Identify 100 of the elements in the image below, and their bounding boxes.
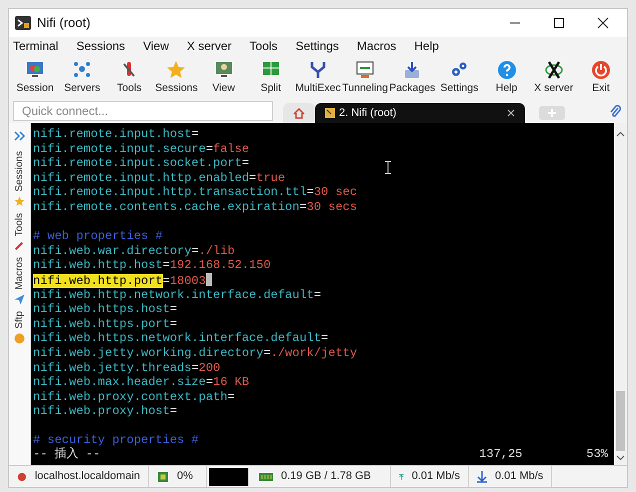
toolbar-button[interactable]: X server: [532, 60, 576, 97]
menu-item[interactable]: Macros: [356, 37, 396, 55]
equals-sign: =: [170, 404, 178, 418]
quick-connect-field[interactable]: Quick connect...: [13, 101, 273, 121]
menu-item[interactable]: Sessions: [76, 37, 126, 55]
memory-icon: [259, 472, 273, 482]
property-key: nifi.web.https.host: [33, 302, 170, 316]
toolbar-button[interactable]: Help: [484, 60, 529, 97]
host-name: localhost.localdomain: [34, 469, 140, 484]
toolbar-button[interactable]: Split: [248, 60, 293, 97]
monitor-icon: [355, 60, 376, 80]
menu-item[interactable]: X server: [186, 37, 232, 55]
app-logo-icon: [15, 16, 31, 30]
toolbar-button[interactable]: Packages: [390, 60, 434, 97]
property-key: nifi.web.max.header.size: [33, 375, 206, 390]
equals-sign: =: [191, 244, 199, 258]
sidebar-tab[interactable]: Sessions: [12, 151, 27, 207]
scroll-down-icon[interactable]: [616, 455, 625, 461]
equals-sign: =: [242, 156, 250, 170]
property-key: nifi.web.jetty.threads: [33, 360, 192, 374]
toolbar-button[interactable]: Settings: [437, 60, 482, 97]
property-key: nifi.web.proxy.context.path: [33, 390, 228, 404]
menu-item[interactable]: Tools: [250, 37, 278, 55]
close-icon[interactable]: [597, 17, 609, 29]
memory-usage: 0.19 GB / 1.78 GB: [281, 469, 371, 484]
help-icon: [496, 60, 517, 80]
download-icon: [477, 470, 487, 482]
equals-sign: =: [162, 258, 170, 272]
property-value: false: [213, 142, 250, 156]
toolbar-button[interactable]: Servers: [60, 60, 104, 97]
property-key: nifi.remote.input.http.enabled: [33, 170, 250, 185]
send-icon: [14, 294, 25, 305]
equals-sign: =: [299, 200, 307, 214]
property-key: nifi.web.https.port: [33, 316, 170, 331]
property-key: nifi.web.war.directory: [33, 244, 192, 258]
x-icon: [544, 60, 564, 80]
cpu-usage: 0%: [177, 469, 193, 484]
close-tab-icon[interactable]: [507, 109, 515, 117]
cursor-position: 137,25: [479, 447, 522, 462]
toolbar-button[interactable]: MultiExec: [296, 60, 340, 97]
sidebar-tab[interactable]: Sftp: [12, 310, 27, 344]
property-key: nifi.web.http.host: [33, 258, 163, 272]
scroll-up-icon[interactable]: [616, 131, 625, 137]
menu-item[interactable]: Terminal: [13, 37, 58, 55]
chip-icon: [157, 470, 169, 482]
home-tab[interactable]: [283, 103, 315, 123]
property-key: nifi.web.http.network.interface.default: [33, 288, 314, 302]
tools-icon: [14, 240, 25, 251]
scroll-thumb[interactable]: [616, 391, 625, 451]
property-key: nifi.remote.input.http.transaction.ttl: [33, 185, 307, 200]
property-value: 30 sec: [314, 185, 358, 200]
property-value: 192.168.52.150: [170, 258, 271, 272]
property-key: nifi.remote.input.host: [33, 127, 192, 141]
toolbar-button[interactable]: Sessions: [154, 60, 198, 97]
plus-icon: [548, 109, 556, 117]
paperclip-icon[interactable]: [609, 104, 621, 118]
cpu-graph: [209, 468, 249, 486]
property-key: nifi.remote.input.socket.port: [33, 156, 242, 170]
equals-sign: =: [191, 127, 199, 141]
property-value: ./work/jetty: [270, 346, 358, 360]
toolbar-button[interactable]: Tunneling: [343, 60, 388, 97]
equals-sign: =: [249, 170, 256, 185]
equals-sign: =: [206, 142, 214, 156]
equals-sign: =: [321, 331, 328, 346]
property-key: nifi.web.proxy.host: [33, 404, 170, 418]
property-key: nifi.remote.contents.cache.expiration: [33, 200, 300, 214]
session-tab[interactable]: 2. Nifi (root): [315, 103, 525, 123]
expand-icon[interactable]: [14, 131, 26, 141]
star-icon: [14, 196, 25, 207]
toolbar-button[interactable]: Tools: [107, 60, 152, 97]
property-value: 18003: [170, 274, 206, 288]
menu-item[interactable]: Settings: [296, 37, 339, 55]
property-key: nifi.web.https.network.interface.default: [33, 331, 322, 346]
maximize-icon[interactable]: [553, 17, 565, 29]
toolbar-button[interactable]: Exit: [578, 60, 623, 97]
scroll-percent: 53%: [586, 447, 608, 462]
equals-sign: =: [206, 375, 214, 390]
property-value: true: [256, 170, 286, 185]
toolbar-button[interactable]: Session: [13, 60, 57, 97]
server-icon: [17, 470, 27, 482]
equals-sign: =: [170, 316, 178, 331]
download-speed: 0.01 Mb/s: [495, 469, 544, 484]
equals-sign: =: [162, 274, 170, 288]
home-icon: [293, 108, 305, 118]
equals-sign: =: [227, 390, 235, 404]
menu-item[interactable]: Help: [414, 37, 439, 55]
toolbar-button[interactable]: View: [202, 60, 246, 97]
equals-sign: =: [314, 288, 322, 302]
sidebar-tab[interactable]: Tools: [12, 212, 27, 251]
upload-speed: 0.01 Mb/s: [412, 469, 460, 484]
equals-sign: =: [263, 346, 271, 360]
equals-sign: =: [170, 302, 178, 316]
terminal-tab-icon: [325, 108, 335, 118]
window-title: Nifi (root): [37, 14, 90, 32]
property-value: 16 KB: [213, 375, 250, 390]
property-key: nifi.web.jetty.working.directory: [33, 346, 264, 360]
menu-item[interactable]: View: [143, 37, 169, 55]
property-value: 30 secs: [306, 200, 358, 214]
sidebar-tab[interactable]: Macros: [12, 256, 27, 305]
text-cursor-icon: [385, 161, 391, 174]
